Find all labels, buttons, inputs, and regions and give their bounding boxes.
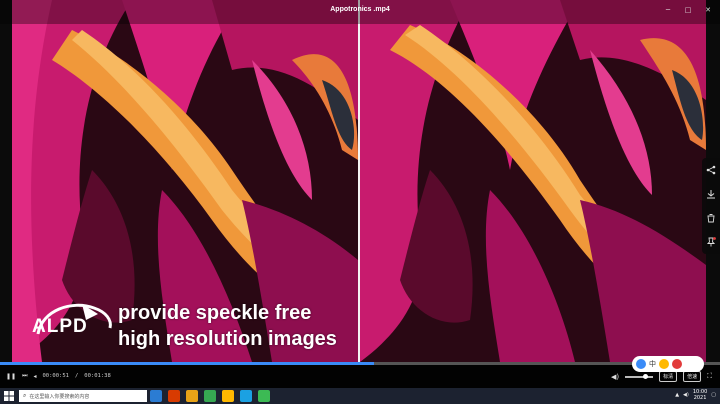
current-time: 00:00:51 xyxy=(42,373,69,379)
taskbar-app-icon[interactable] xyxy=(150,390,162,402)
video-right-half xyxy=(360,0,706,362)
prev-icon[interactable]: ◂ xyxy=(33,373,36,380)
clock[interactable]: 10:00 2021 xyxy=(693,389,707,401)
total-time: 00:01:38 xyxy=(84,373,111,379)
taskbar-app-icon[interactable] xyxy=(204,390,216,402)
speaker-icon[interactable]: ◀) xyxy=(683,392,689,398)
quality-button[interactable]: 标清 xyxy=(659,371,678,382)
download-icon[interactable] xyxy=(706,189,716,199)
ime-logo-icon xyxy=(636,359,646,369)
window-title: Appotronics .mp4 xyxy=(330,6,390,13)
taskbar-app-icon[interactable] xyxy=(240,390,252,402)
volume-icon[interactable]: ◀) xyxy=(611,373,619,381)
taskbar-app-icon[interactable] xyxy=(186,390,198,402)
close-icon[interactable]: ✕ xyxy=(702,6,714,14)
progress-fill xyxy=(0,362,375,365)
windows-start-icon[interactable] xyxy=(4,391,14,401)
clock-date: 2021 xyxy=(693,395,707,401)
ime-mic-icon[interactable] xyxy=(672,359,682,369)
progress-bar[interactable] xyxy=(0,362,720,365)
rose-image-right xyxy=(360,0,706,362)
search-icon: ⌕ xyxy=(23,392,27,399)
window-controls: ─ □ ✕ xyxy=(662,6,714,14)
fullscreen-icon[interactable]: ⛶ xyxy=(707,372,712,381)
system-tray: ▲ ◀) 10:00 2021 ▢ xyxy=(675,389,716,401)
network-icon[interactable]: ▲ xyxy=(675,392,679,398)
taskbar-app-icon[interactable] xyxy=(222,390,234,402)
ime-mode-label[interactable]: 中 xyxy=(649,359,656,369)
video-caption: provide speckle free high resolution ima… xyxy=(118,300,337,352)
next-icon[interactable]: ⏭ xyxy=(22,372,27,380)
pause-icon[interactable]: ❚❚ xyxy=(6,373,16,380)
volume-slider[interactable] xyxy=(625,373,654,379)
left-controls: ❚❚ ⏭ ◂ 00:00:51 / 00:01:38 xyxy=(6,372,111,380)
notification-icon[interactable]: ▢ xyxy=(711,392,716,398)
right-controls: ◀) 标清 倍速 ⛶ xyxy=(611,371,712,382)
share-icon[interactable] xyxy=(706,165,716,175)
minimize-icon[interactable]: ─ xyxy=(662,6,674,14)
taskbar-app-icon[interactable] xyxy=(258,390,270,402)
video-player: ALPD provide speckle free high resolutio… xyxy=(0,0,720,388)
caption-line-1: provide speckle free xyxy=(118,302,312,324)
delete-icon[interactable] xyxy=(706,213,716,223)
logo-text: ALPD xyxy=(32,316,88,337)
taskbar-search-input[interactable]: ⌕ 在这里输入你要搜索的内容 xyxy=(19,390,147,402)
taskbar: ⌕ 在这里输入你要搜索的内容 ▲ ◀) 10:00 2021 ▢ xyxy=(0,388,720,404)
maximize-icon[interactable]: □ xyxy=(682,6,694,14)
title-bar: Appotronics .mp4 ─ □ ✕ xyxy=(0,0,720,24)
side-toolbar xyxy=(702,158,720,254)
pin-icon[interactable] xyxy=(706,237,716,247)
ime-toolbar[interactable]: 中 xyxy=(632,356,704,372)
ime-emoji-icon[interactable] xyxy=(659,359,669,369)
search-placeholder: 在这里输入你要搜索的内容 xyxy=(29,393,90,400)
speed-button[interactable]: 倍速 xyxy=(683,371,702,382)
volume-knob[interactable] xyxy=(643,373,649,379)
caption-line-2: high resolution images xyxy=(118,328,337,350)
taskbar-app-icon[interactable] xyxy=(168,390,180,402)
playback-controls: ❚❚ ⏭ ◂ 00:00:51 / 00:01:38 ◀) 标清 倍速 ⛶ xyxy=(0,362,720,388)
taskbar-apps xyxy=(150,390,270,402)
time-separator: / xyxy=(74,373,79,379)
